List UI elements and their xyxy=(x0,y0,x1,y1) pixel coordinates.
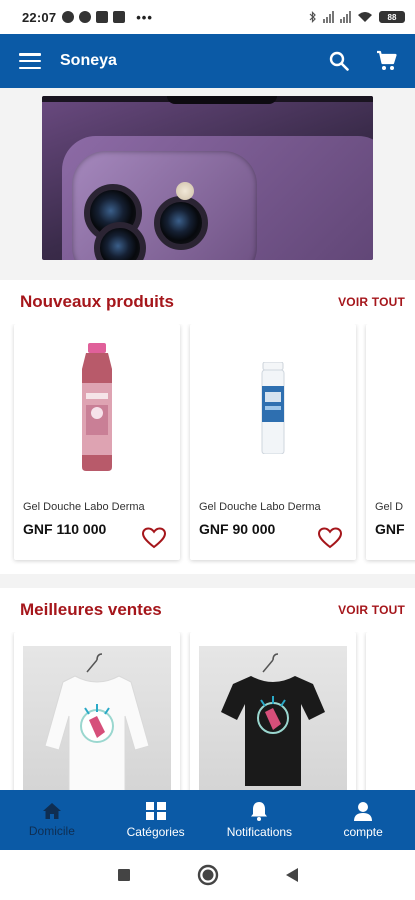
system-nav-bar xyxy=(0,850,415,900)
status-system-icons: 88 xyxy=(309,11,405,23)
search-icon[interactable] xyxy=(327,49,351,73)
signal-icon-2 xyxy=(340,11,351,23)
square-icon xyxy=(117,869,130,881)
nav-item-categories[interactable]: Catégories xyxy=(104,790,208,850)
nav-label: Domicile xyxy=(28,824,75,838)
see-all-best-sellers-link[interactable]: VOIR TOUT xyxy=(338,603,405,617)
section-header: Nouveaux produits VOIR TOUT xyxy=(0,280,415,324)
product-name: Gel D xyxy=(375,501,404,513)
see-all-new-products-link[interactable]: VOIR TOUT xyxy=(338,295,405,309)
new-products-section: Nouveaux produits VOIR TOUT Gel Douche L… xyxy=(0,280,415,574)
product-image xyxy=(199,646,347,790)
section-title: Meilleures ventes xyxy=(20,600,162,619)
banner-phone-notch xyxy=(167,96,277,104)
app-screen: 22:07 ••• 88 Soneya Nouveaux produits VO… xyxy=(0,0,415,900)
image-notification-icon xyxy=(113,11,126,23)
status-notification-icons: ••• xyxy=(62,10,153,25)
bell-icon xyxy=(251,802,268,821)
section-header: Meilleures ventes VOIR TOUT xyxy=(0,588,415,632)
check-icon xyxy=(79,11,92,23)
product-image xyxy=(23,646,171,790)
main-content[interactable]: Nouveaux produits VOIR TOUT Gel Douche L… xyxy=(0,88,415,790)
promo-banner-area xyxy=(0,88,415,280)
blue-tube-icon xyxy=(261,362,285,454)
product-image xyxy=(14,324,180,492)
nav-item-account[interactable]: compte xyxy=(311,790,415,850)
bluetooth-icon xyxy=(309,11,316,23)
status-bar: 22:07 ••• 88 xyxy=(0,0,415,34)
status-time: 22:07 xyxy=(22,9,57,25)
product-card[interactable]: Gel Douche Labo Derma GNF 90 000 xyxy=(190,324,356,560)
product-card[interactable] xyxy=(14,632,180,790)
home-icon xyxy=(42,803,61,819)
heart-icon[interactable] xyxy=(142,527,166,549)
product-card[interactable] xyxy=(190,632,356,790)
app-bar-actions xyxy=(327,49,399,73)
product-price: GNF xyxy=(375,521,405,537)
circle-icon xyxy=(197,864,218,886)
notification-icon xyxy=(62,11,75,23)
nav-item-home[interactable]: Domicile xyxy=(0,790,104,850)
product-name: Gel Douche Labo Derma xyxy=(199,501,321,513)
app-title: Soneya xyxy=(60,52,117,69)
app-notification-icon xyxy=(96,11,109,23)
wifi-icon xyxy=(358,12,372,22)
product-price: GNF 110 000 xyxy=(23,521,107,537)
grid-icon xyxy=(145,802,166,820)
black-tshirt-icon xyxy=(221,653,325,786)
white-tshirt-icon xyxy=(44,653,150,790)
new-products-carousel[interactable]: Gel Douche Labo Derma GNF 110 000 Gel Do… xyxy=(0,324,415,574)
app-bar: Soneya xyxy=(0,34,415,88)
section-divider xyxy=(0,574,415,588)
nav-label: compte xyxy=(343,825,383,839)
bottom-nav: Domicile Catégories Notifications compte xyxy=(0,790,415,850)
best-sellers-carousel[interactable] xyxy=(0,632,415,790)
camera-lens-icon xyxy=(154,196,208,250)
product-price: GNF 90 000 xyxy=(199,521,276,537)
pink-bottle-icon xyxy=(82,343,112,471)
camera-flash-icon xyxy=(176,182,194,200)
person-icon xyxy=(354,802,373,821)
cart-icon[interactable] xyxy=(375,49,399,73)
best-sellers-section: Meilleures ventes VOIR TOUT xyxy=(0,588,415,790)
home-button[interactable] xyxy=(197,864,219,886)
product-image xyxy=(190,324,356,492)
nav-label: Catégories xyxy=(126,825,185,839)
product-card[interactable]: Gel Douche Labo Derma GNF 110 000 xyxy=(14,324,180,560)
product-name: Gel Douche Labo Derma xyxy=(23,501,145,513)
menu-icon[interactable] xyxy=(19,53,41,69)
more-notifications-icon: ••• xyxy=(136,9,153,25)
heart-icon[interactable] xyxy=(318,527,342,549)
product-card[interactable] xyxy=(366,632,415,790)
signal-icon xyxy=(323,11,334,23)
battery-icon: 88 xyxy=(379,11,405,23)
back-button[interactable] xyxy=(285,867,299,883)
promo-banner[interactable] xyxy=(42,96,373,260)
section-title: Nouveaux produits xyxy=(20,292,174,311)
recent-apps-button[interactable] xyxy=(117,868,131,882)
product-card[interactable]: Gel D GNF xyxy=(366,324,415,560)
nav-label: Notifications xyxy=(226,825,293,839)
triangle-back-icon xyxy=(285,868,298,882)
nav-item-notifications[interactable]: Notifications xyxy=(208,790,312,850)
